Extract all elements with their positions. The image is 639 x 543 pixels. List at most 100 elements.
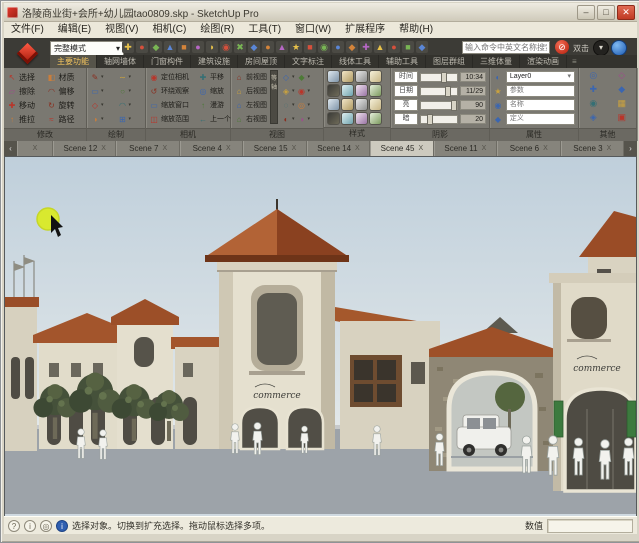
info-icon[interactable]: i [24,520,36,532]
scene-tab[interactable]: Scene 14X [307,141,370,156]
shadow-light-value[interactable]: 90 [460,100,486,110]
scene-tab-blank[interactable]: X [17,141,53,156]
followme-tool-button[interactable]: ≈路径 [47,112,84,126]
rotate-tool-button[interactable]: ↻旋转 [47,98,84,112]
right-view-button[interactable]: ⌂右视图 [234,112,267,126]
quick-tool-icon[interactable]: ◉ [220,41,232,53]
orbit-button[interactable]: ↺环绕观察 [149,84,195,98]
front-view-button[interactable]: ⌂前视图 [234,70,267,84]
scene-tab[interactable]: Scene 3X [561,141,624,156]
offset-tool-button[interactable]: ◠偏移 [47,84,84,98]
shadow-light-slider[interactable] [420,101,458,110]
quick-tool-icon[interactable]: ◆ [248,41,260,53]
definition-field[interactable]: 定义 [506,113,575,125]
extra-tool-icon[interactable]: ▣ [611,112,634,126]
quick-tool-icon[interactable]: ■ [178,41,190,53]
position-camera-button[interactable]: ◉定位相机 [149,70,195,84]
ribbon-tab-layers[interactable]: 图层群组 [426,55,473,68]
scene-tab[interactable]: Scene 7X [116,141,179,156]
ribbon-tab-helpers[interactable]: 辅助工具 [379,55,426,68]
style-thumbnail[interactable] [369,98,382,111]
view-extra-button[interactable]: ◆▾ [297,70,311,84]
viewport[interactable]: commerce [4,156,637,517]
style-thumbnail[interactable] [341,112,354,125]
menu-camera[interactable]: 相机(C) [145,22,193,38]
zoom-extents-button[interactable]: ◫缩放范围 [149,112,195,126]
view-extra-button[interactable]: ◎▾ [297,98,311,112]
close-icon[interactable]: X [482,145,487,152]
style-thumbnail[interactable] [369,70,382,83]
suapp-logo-icon[interactable] [8,41,46,65]
scene-tab[interactable]: Scene 4X [180,141,243,156]
shadow-time-slider[interactable] [420,73,458,82]
quick-tool-icon[interactable]: ✚ [122,41,134,53]
measurement-input[interactable] [547,519,633,533]
shadow-date-value[interactable]: 11/29 [460,86,486,96]
extra-tool-icon[interactable]: ◇ [611,70,634,84]
update-circle-button[interactable]: ▾ [593,40,609,56]
close-icon[interactable]: X [607,145,612,152]
previous-view-button[interactable]: ←上一个 [198,112,231,126]
quick-tool-icon[interactable]: ● [332,41,344,53]
ribbon-tab-lines[interactable]: 线体工具 [332,55,379,68]
menu-draw[interactable]: 绘图(R) [193,22,241,38]
move-tool-button[interactable]: ✚移动 [7,98,44,112]
circle-tool-button[interactable]: ○▾ [118,84,143,98]
ribbon-tab-doors[interactable]: 门窗构件 [144,55,191,68]
scenes-scroll-left-button[interactable]: ‹ [4,141,17,156]
close-icon[interactable]: X [163,145,168,152]
quick-tool-icon[interactable]: ■ [402,41,414,53]
style-thumbnail[interactable] [327,98,340,111]
scenes-scroll-right-button[interactable]: › [624,141,637,156]
help-icon[interactable]: ? [8,520,20,532]
layer-select[interactable]: Layer0▾ [506,71,575,83]
tabs-overflow-icon[interactable]: ≡ [567,55,582,68]
scene-tab[interactable]: Scene 6X [497,141,560,156]
menu-help[interactable]: 帮助(H) [392,22,440,38]
select-tool-button[interactable]: ↖选择 [7,70,44,84]
quick-tool-icon[interactable]: ◆ [346,41,358,53]
close-icon[interactable]: X [355,145,360,152]
view-extra-button[interactable]: ◉▾ [297,84,311,98]
shadow-time-value[interactable]: 10:34 [460,72,486,82]
maximize-button[interactable]: □ [597,5,615,20]
eraser-tool-button[interactable]: ▱擦除 [7,84,44,98]
pie-tool-button[interactable]: ◑▾ [90,112,115,126]
style-thumbnail[interactable] [355,112,368,125]
quick-tool-icon[interactable]: ◆ [150,41,162,53]
shadow-date-slider[interactable] [420,87,458,96]
quick-tool-icon[interactable]: ▲ [276,41,288,53]
grid-tool-button[interactable]: ⊞▾ [118,112,143,126]
menu-extensions[interactable]: 扩展程序 [338,22,392,38]
paint-tool-button[interactable]: ◧材质 [47,70,84,84]
quick-tool-icon[interactable]: ✚ [360,41,372,53]
view-extra-button[interactable]: ◑▾ [297,112,311,126]
extra-tool-icon[interactable]: ◎ [582,70,605,84]
style-thumbnail[interactable] [327,84,340,97]
command-search-input[interactable] [462,41,550,54]
ribbon-tab-main[interactable]: 主要功能 [50,55,97,68]
ribbon-tab-3d[interactable]: 三维体量 [473,55,520,68]
quick-tool-icon[interactable]: ■ [304,41,316,53]
menu-edit[interactable]: 编辑(E) [51,22,98,38]
quick-tool-icon[interactable]: ◉ [318,41,330,53]
style-thumbnail[interactable] [327,112,340,125]
quick-tool-icon[interactable]: ● [262,41,274,53]
style-thumbnail[interactable] [355,84,368,97]
parameters-field[interactable]: 参数 [506,85,575,97]
freehand-tool-button[interactable]: ∼▾ [118,70,143,84]
menu-view[interactable]: 视图(V) [98,22,145,38]
name-field[interactable]: 名称 [506,99,575,111]
arc-tool-button[interactable]: ◠▾ [118,98,143,112]
style-thumbnail[interactable] [341,84,354,97]
view-extra-button[interactable]: ◌▾ [281,98,295,112]
mode-select[interactable]: 完整模式 ▾ [50,41,124,56]
shadow-dark-slider[interactable] [420,115,458,124]
instructor-icon[interactable]: i [56,520,68,532]
quick-tool-icon[interactable]: ● [192,41,204,53]
close-icon[interactable]: X [33,145,38,152]
zoom-window-button[interactable]: ▭缩放窗口 [149,98,195,112]
pushpull-tool-button[interactable]: ↑推拉 [7,112,44,126]
ribbon-tab-roof[interactable]: 房间屋顶 [238,55,285,68]
extra-tool-icon[interactable]: ✚ [582,84,605,98]
